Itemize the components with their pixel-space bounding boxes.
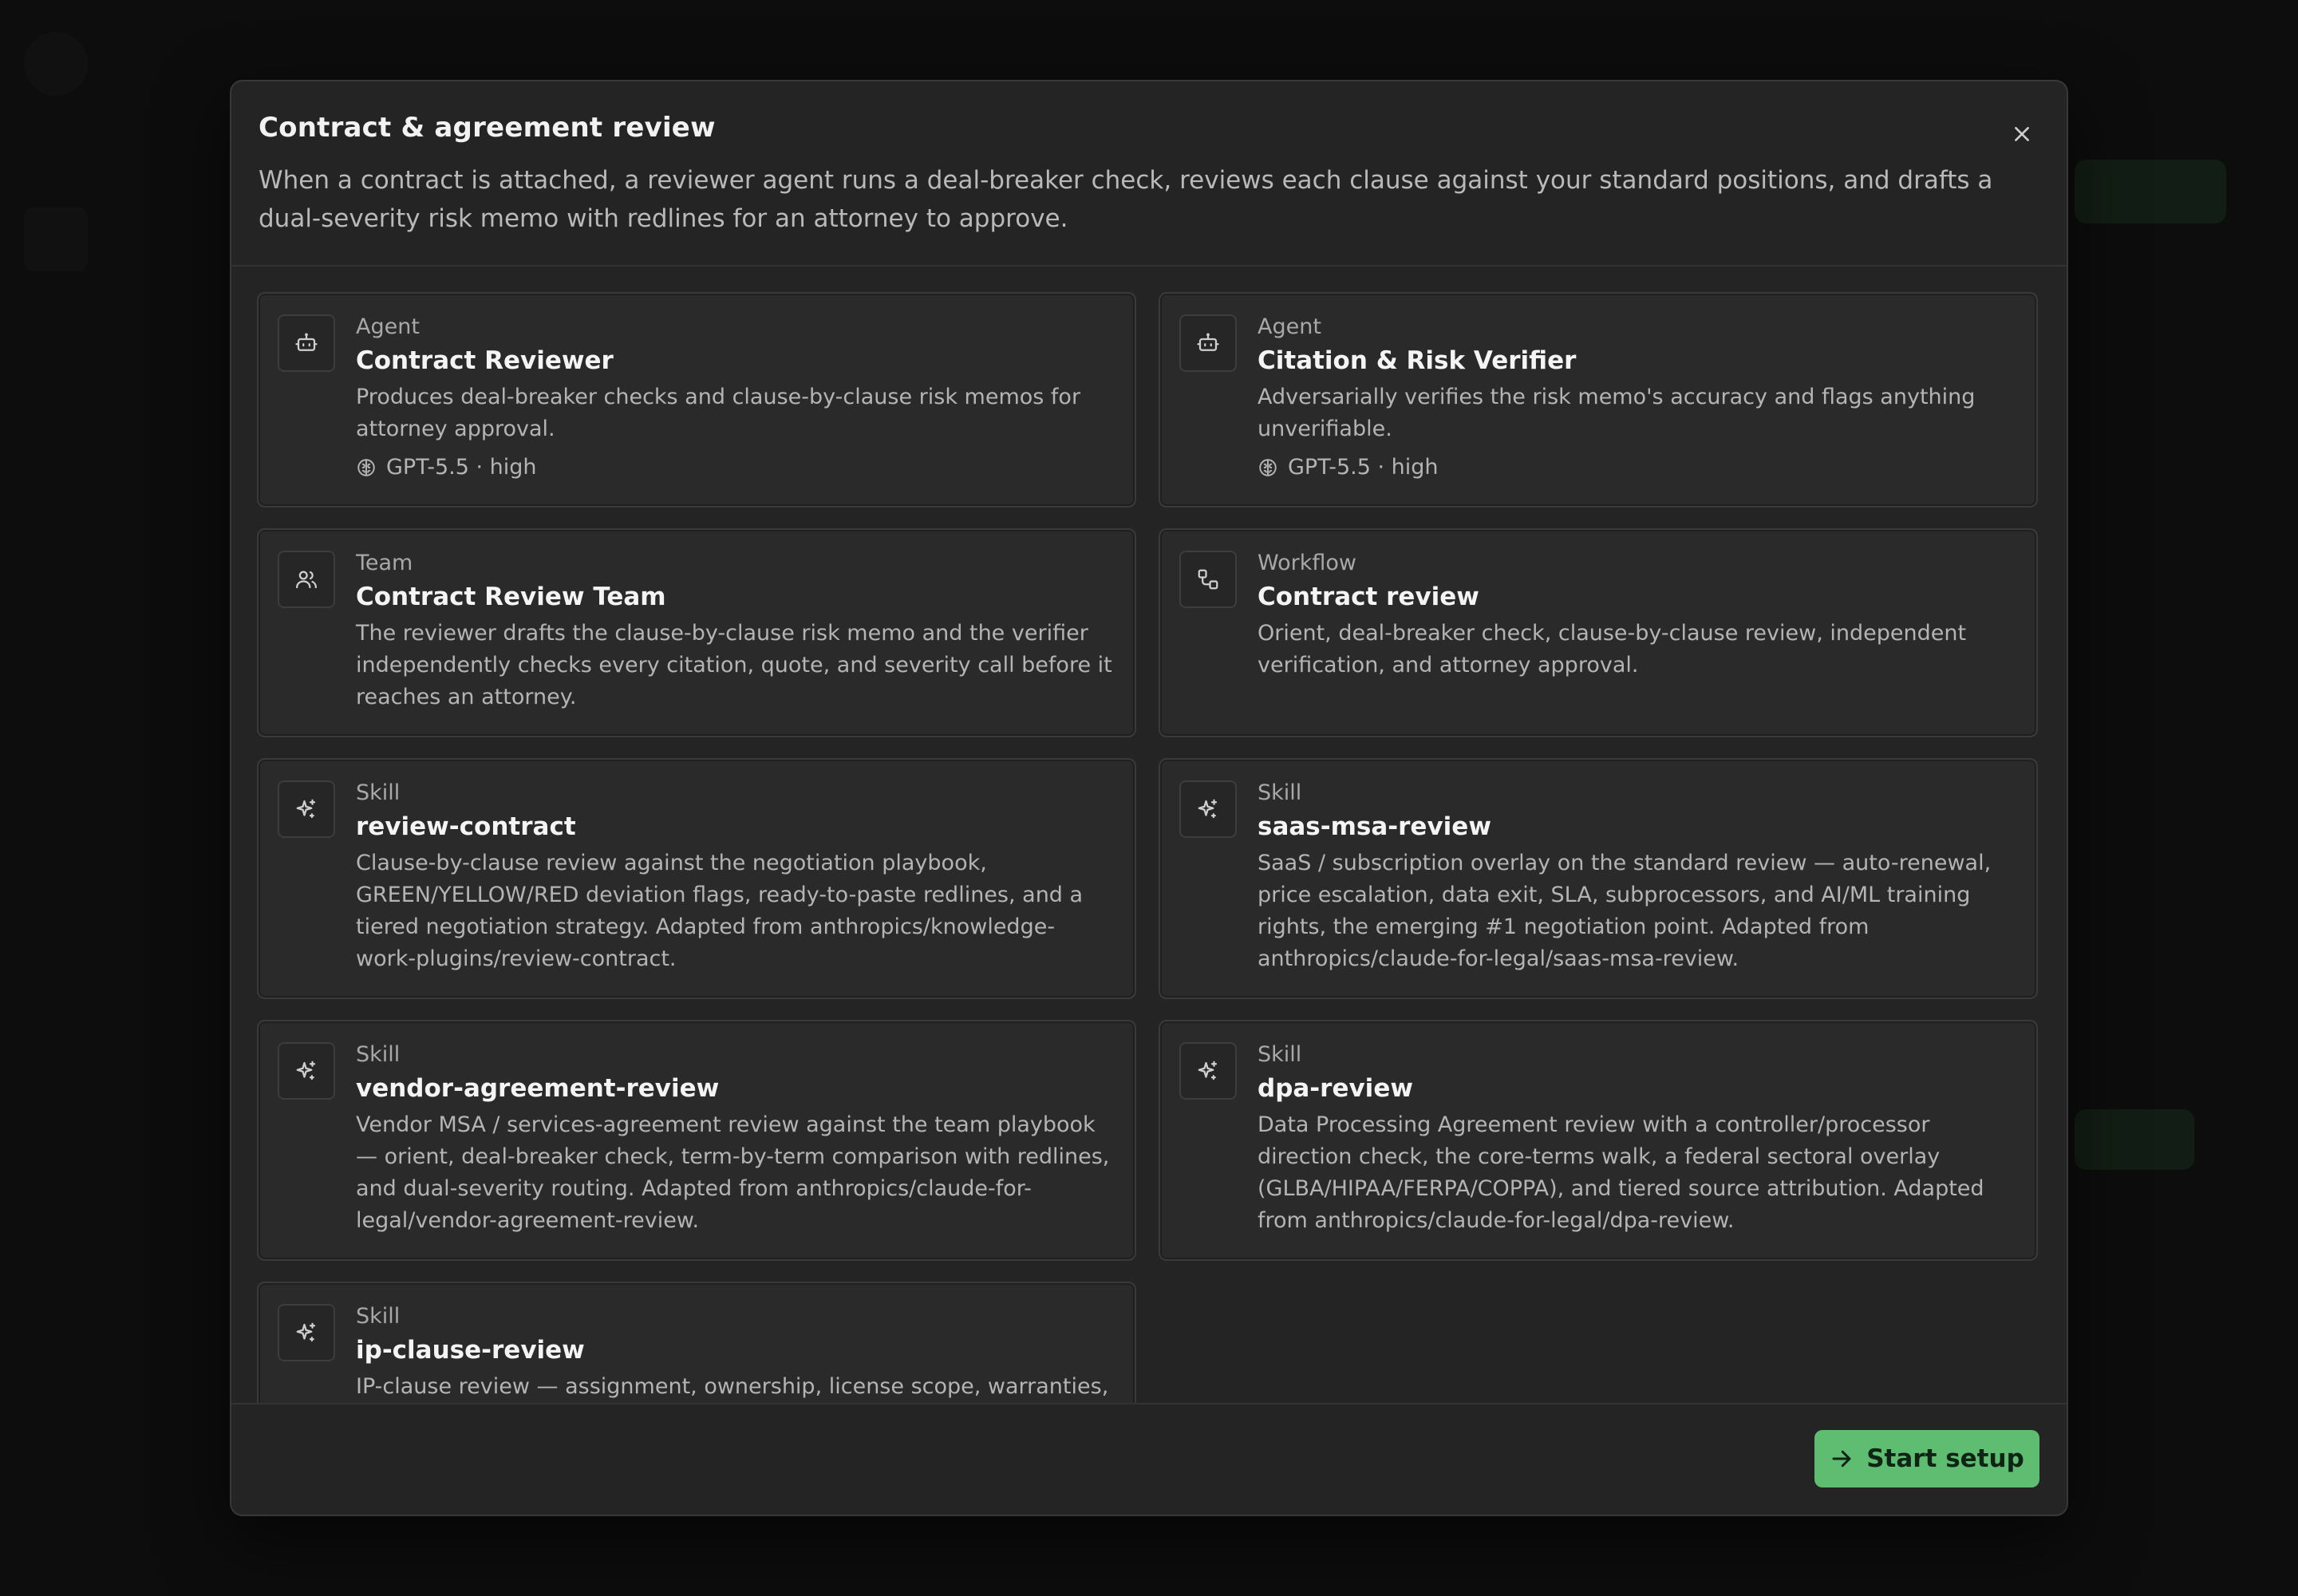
dialog-body[interactable]: Agent Contract Reviewer Produces deal-brea…	[231, 268, 2067, 1486]
card-title: Citation & Risk Verifier	[1258, 346, 1577, 375]
card-model-info: GPT-5.5 · high	[1258, 452, 2014, 484]
card-title: Contract Reviewer	[356, 346, 614, 375]
template-detail-dialog: Contract & agreement review When a contr…	[230, 80, 2068, 1516]
component-card[interactable]: Skill vendor-agreement-review Vendor MSA /…	[257, 1020, 1136, 1261]
component-card[interactable]: Agent Contract Reviewer Produces deal-brea…	[257, 292, 1136, 508]
close-button[interactable]	[2004, 117, 2039, 152]
component-card[interactable]: Team Contract Review Team The reviewer dra…	[257, 528, 1136, 737]
component-card-grid: Agent Contract Reviewer Produces deal-brea…	[257, 292, 2041, 1459]
card-title: Contract Review Team	[356, 583, 666, 611]
card-description: Produces deal-breaker checks and clause-…	[356, 385, 1081, 441]
dialog-header: Contract & agreement review When a contr…	[231, 81, 2067, 267]
component-card[interactable]: Workflow Contract review Orient, deal-brea…	[1159, 528, 2038, 737]
card-kind-label: Skill	[1258, 1042, 1302, 1067]
card-title: saas-msa-review	[1258, 812, 1491, 841]
card-description: Data Processing Agreement review with a …	[1258, 1112, 1984, 1233]
brain-icon	[1258, 457, 1278, 478]
users-icon	[278, 551, 335, 608]
dialog-footer: Start setup	[231, 1403, 2067, 1515]
card-title: vendor-agreement-review	[356, 1074, 720, 1103]
card-title: review-contract	[356, 812, 576, 841]
dialog-description: When a contract is attached, a reviewer …	[259, 166, 1993, 233]
card-description: Clause-by-clause review against the nego…	[356, 851, 1084, 971]
bot-icon	[1179, 314, 1237, 372]
start-setup-label: Start setup	[1866, 1444, 2024, 1473]
card-description: Vendor MSA / services-agreement review a…	[356, 1112, 1110, 1233]
card-kind-label: Agent	[1258, 314, 1321, 339]
card-kind-label: Team	[356, 551, 413, 575]
card-model-info: GPT-5.5 · high	[356, 452, 1112, 484]
card-description: The reviewer drafts the clause-by-clause…	[356, 621, 1112, 709]
card-title: ip-clause-review	[356, 1336, 585, 1365]
sparkles-icon	[278, 780, 335, 838]
card-kind-label: Workflow	[1258, 551, 1356, 575]
dialog-title: Contract & agreement review	[259, 112, 716, 144]
card-kind-label: Skill	[356, 1304, 401, 1329]
sparkles-icon	[1179, 1042, 1237, 1100]
card-kind-label: Skill	[356, 1042, 401, 1067]
sparkles-icon	[1179, 780, 1237, 838]
workflow-icon	[1179, 551, 1237, 608]
arrow-right-icon	[1832, 1450, 1851, 1468]
sparkles-icon	[278, 1042, 335, 1100]
card-model-label: GPT-5.5 · high	[1288, 455, 1439, 480]
component-card[interactable]: Skill saas-msa-review SaaS / subscription …	[1159, 758, 2038, 999]
card-kind-label: Skill	[356, 780, 401, 805]
sparkles-icon	[278, 1304, 335, 1361]
card-title: Contract review	[1258, 583, 1479, 611]
card-description: SaaS / subscription overlay on the stand…	[1258, 851, 1992, 971]
bot-icon	[278, 314, 335, 372]
component-card[interactable]: Agent Citation & Risk Verifier Adversarial…	[1159, 292, 2038, 508]
brain-icon	[356, 457, 377, 478]
component-card[interactable]: Skill review-contract Clause-by-clause rev…	[257, 758, 1136, 999]
card-title: dpa-review	[1258, 1074, 1413, 1103]
card-description: Adversarially verifies the risk memo's a…	[1258, 385, 1976, 441]
start-setup-button[interactable]: Start setup	[1814, 1430, 2039, 1487]
card-model-label: GPT-5.5 · high	[386, 455, 537, 480]
card-description: Orient, deal-breaker check, clause-by-cl…	[1258, 621, 1967, 678]
close-icon	[2015, 127, 2029, 141]
component-card[interactable]: Skill dpa-review Data Processing Agreement…	[1159, 1020, 2038, 1261]
card-kind-label: Agent	[356, 314, 420, 339]
card-kind-label: Skill	[1258, 780, 1302, 805]
